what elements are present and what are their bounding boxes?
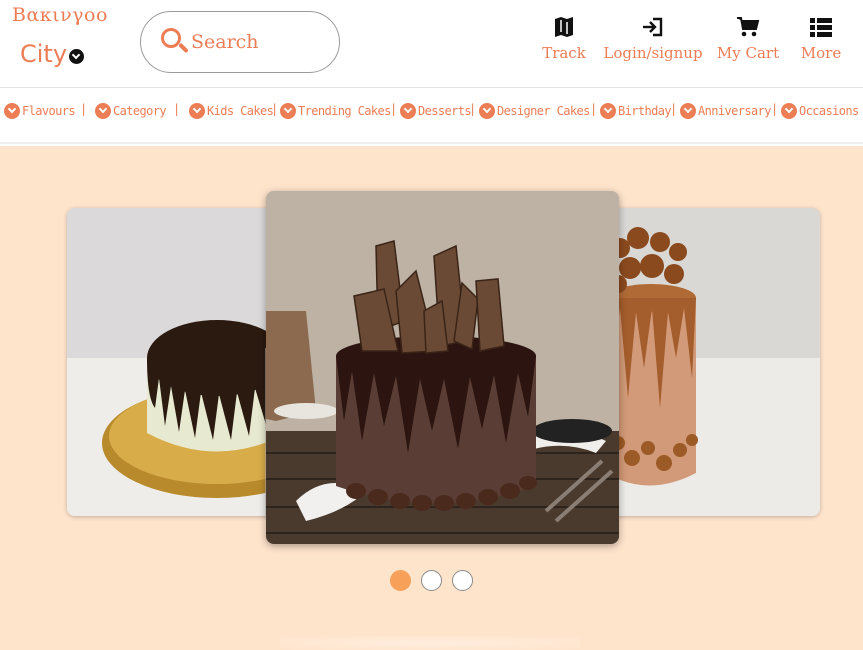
category-anniversary[interactable]: Anniversary xyxy=(680,101,771,121)
search-icon xyxy=(161,28,189,56)
login-icon xyxy=(640,14,666,40)
logo-top-text: Βακινγοο xyxy=(12,4,108,26)
login-signup-button[interactable]: Login/signup xyxy=(602,14,704,70)
category-designer-cakes[interactable]: Designer Cakes xyxy=(479,101,590,121)
more-label: More xyxy=(800,44,842,62)
category-label: Trending Cakes xyxy=(298,104,391,118)
category-label: Anniversary xyxy=(698,104,771,118)
chevron-down-icon xyxy=(680,103,696,119)
header: Βακινγοο City Search Track Login/signup … xyxy=(0,0,863,88)
separator: | xyxy=(469,102,477,116)
brand-logo[interactable]: Βακινγοο City xyxy=(12,4,122,76)
chevron-down-icon xyxy=(189,103,205,119)
list-icon xyxy=(808,14,834,40)
separator: | xyxy=(590,102,598,116)
search-label: Search xyxy=(191,31,259,53)
carousel-dot-2[interactable] xyxy=(421,570,442,591)
category-label: Occasions xyxy=(799,104,859,118)
category-label: Designer Cakes xyxy=(497,104,590,118)
my-cart-button[interactable]: My Cart xyxy=(716,14,780,70)
separator: | xyxy=(173,102,181,116)
carousel-dot-3[interactable] xyxy=(452,570,473,591)
category-label: Birthday xyxy=(618,104,672,118)
chevron-down-icon xyxy=(400,103,416,119)
category-label: Kids Cakes xyxy=(207,104,274,118)
logo-city-text: City xyxy=(20,40,68,68)
carousel-indicators xyxy=(390,570,483,591)
track-button[interactable]: Track xyxy=(540,14,588,70)
category-bar: Flavours | Category | Kids Cakes | Trend… xyxy=(0,88,863,144)
cart-label: My Cart xyxy=(716,44,780,62)
chevron-down-icon xyxy=(479,103,495,119)
chevron-down-icon xyxy=(4,103,20,119)
chevron-down-icon xyxy=(781,103,797,119)
separator: | xyxy=(670,102,678,116)
track-label: Track xyxy=(542,44,586,62)
chevron-down-icon xyxy=(600,103,616,119)
category-kids-cakes[interactable]: Kids Cakes xyxy=(189,101,274,121)
category-flavours[interactable]: Flavours xyxy=(4,101,76,121)
bottom-highlight xyxy=(280,636,580,650)
category-label: Desserts xyxy=(418,104,472,118)
chevron-down-icon xyxy=(280,103,296,119)
search-box[interactable]: Search xyxy=(140,11,340,73)
separator: | xyxy=(80,102,88,116)
carousel-dot-1[interactable] xyxy=(390,570,411,591)
category-label: Flavours xyxy=(22,104,76,118)
separator: | xyxy=(271,102,279,116)
category-category[interactable]: Category xyxy=(95,101,167,121)
separator: | xyxy=(390,102,398,116)
category-label: Category xyxy=(113,104,167,118)
hero-carousel xyxy=(0,146,863,650)
city-dropdown-icon[interactable] xyxy=(69,48,85,64)
map-icon xyxy=(553,14,575,40)
login-label: Login/signup xyxy=(603,44,703,62)
category-birthday[interactable]: Birthday xyxy=(600,101,672,121)
logo-bottom: City xyxy=(20,40,85,68)
category-trending-cakes[interactable]: Trending Cakes xyxy=(280,101,391,121)
separator: | xyxy=(771,102,779,116)
chevron-down-icon xyxy=(95,103,111,119)
cart-icon xyxy=(735,14,761,40)
category-desserts[interactable]: Desserts xyxy=(400,101,472,121)
category-occasions[interactable]: Occasions xyxy=(781,101,859,121)
cake-image-center xyxy=(266,191,619,544)
carousel-slide-center[interactable] xyxy=(266,191,619,544)
more-button[interactable]: More xyxy=(797,14,845,70)
